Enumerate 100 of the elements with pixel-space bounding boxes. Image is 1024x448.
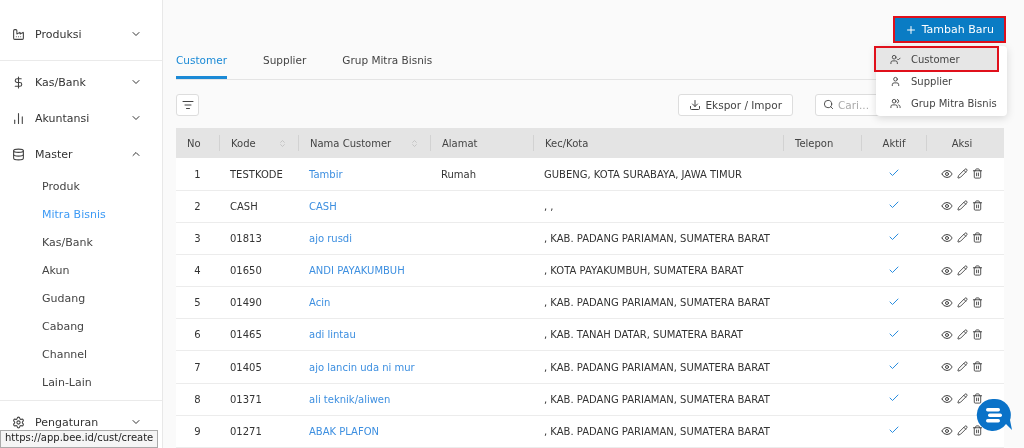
table-cell-text: 3 [193,232,202,244]
users-icon [890,97,901,109]
edit-icon[interactable] [956,361,968,373]
table-cell-text: , KAB. PADANG PARIAMAN, SUMATERA BARAT [543,393,771,405]
filter-icon [181,98,194,111]
delete-icon[interactable] [971,393,983,405]
table-cell-text: 5 [193,297,202,309]
table-cell-text: CASH [229,200,259,212]
view-icon[interactable] [940,328,953,341]
table-cell-text: , KOTA PAYAKUMBUH, SUMATERA BARAT [543,265,745,276]
sidebar-item[interactable]: Akuntansi [0,104,162,132]
sidebar-item[interactable]: Produksi [0,20,162,48]
table-cell-text: 01813 [229,232,263,244]
menu-item[interactable]: Supplier [876,70,997,92]
column-header: Aktif [861,135,926,152]
table-cell-text: 01465 [229,329,263,341]
table-cell-text: , KAB. PADANG PARIAMAN, SUMATERA BARAT [543,425,771,437]
tab[interactable]: Grup Mitra Bisnis [342,49,433,79]
table-cell-text: GUBENG, KOTA SURABAYA, JAWA TIMUR [543,168,743,180]
sidebar-subitem[interactable]: Channel [0,340,162,368]
customer-link[interactable]: Acin [298,297,430,309]
bar-chart-icon [12,111,25,125]
delete-icon[interactable] [971,232,983,244]
tab[interactable]: Supplier [263,49,307,79]
table-cell-text: 2 [193,200,202,212]
customer-link[interactable]: ABAK PLAFON [298,425,430,437]
column-header: Kec/Kota [533,135,783,152]
view-icon[interactable] [940,425,953,438]
view-icon[interactable] [940,393,953,406]
edit-icon[interactable] [956,425,968,437]
filter-button[interactable] [176,93,199,116]
table-cell-text: , KAB. TANAH DATAR, SUMATERA BARAT [543,329,744,341]
customer-link[interactable]: adi lintau [298,329,430,341]
view-icon[interactable] [940,232,953,245]
delete-icon[interactable] [971,328,983,340]
dollar-icon [12,75,25,89]
table-cell-text: 01650 [229,265,263,276]
sidebar-subitem[interactable]: Cabang [0,312,162,340]
table-cell-text: 7 [193,361,202,373]
menu-item[interactable]: Grup Mitra Bisnis [876,92,997,114]
sidebar-item[interactable]: Master [0,140,162,168]
edit-icon[interactable] [956,296,968,308]
edit-icon[interactable] [956,264,968,276]
table-cell-text: 01490 [229,297,263,309]
plus-icon [904,23,917,36]
table-cell-text: 01405 [229,361,263,373]
factory-icon [12,27,25,41]
table-cell-text: , KAB. PADANG PARIAMAN, SUMATERA BARAT [543,297,771,309]
delete-icon[interactable] [971,296,983,308]
sidebar-subitem[interactable]: Kas/Bank [0,228,162,256]
view-icon[interactable] [940,361,953,374]
sidebar-subitem[interactable]: Produk [0,172,162,200]
delete-icon[interactable] [971,264,983,276]
sidebar-subitem[interactable]: Lain-Lain [0,368,162,396]
table-cell-text: 6 [193,329,202,341]
edit-icon[interactable] [956,168,968,179]
customer-link[interactable]: ANDI PAYAKUMBUH [298,265,430,276]
edit-icon[interactable] [956,393,968,405]
delete-icon[interactable] [971,168,983,179]
table-cell-text: TESTKODE [229,168,284,180]
table-cell-text: 01371 [229,393,263,405]
edit-icon[interactable] [956,232,968,244]
link-url-tooltip: https://app.bee.id/cust/create [0,430,159,448]
table-cell-text: , , [543,200,555,212]
table-cell-text: , KAB. PADANG PARIAMAN, SUMATERA BARAT [543,361,771,373]
view-icon[interactable] [940,168,953,180]
customer-link[interactable]: CASH [298,200,430,212]
sidebar-subitem[interactable]: Akun [0,256,162,284]
table-cell-text: 4 [193,265,202,276]
column-header: Telepon [783,135,861,152]
sidebar-subitem[interactable]: Gudang [0,284,162,312]
database-icon [12,147,25,161]
column-header[interactable]: Kode [219,135,298,152]
delete-icon[interactable] [971,200,983,212]
table-cell-text: 8 [193,393,202,405]
sidebar-item[interactable]: Kas/Bank [0,68,162,96]
tab[interactable]: Customer [176,49,227,79]
table-cell-text: 9 [193,425,202,437]
delete-icon[interactable] [971,361,983,373]
view-icon[interactable] [940,296,953,309]
search-icon [823,98,834,110]
export-import-button[interactable]: Ekspor / Impor [678,93,793,116]
view-icon[interactable] [940,264,953,277]
user-check-icon [890,53,901,65]
user-icon [890,75,901,87]
table-cell-text: 01271 [229,425,263,437]
edit-icon[interactable] [956,200,968,212]
customer-link[interactable]: ajo rusdi [298,232,430,244]
customer-link[interactable]: ajo lancin uda ni mur [298,361,430,373]
delete-icon[interactable] [971,425,983,437]
customer-link[interactable]: ali teknik/aliwen [298,393,430,405]
column-header[interactable]: Nama Customer [298,135,430,152]
add-new-button[interactable]: Tambah Baru [894,18,1004,41]
table-cell-text: , KAB. PADANG PARIAMAN, SUMATERA BARAT [543,232,771,244]
menu-item[interactable]: Customer [876,48,997,70]
table-cell-text: 1 [193,168,202,180]
column-header: Alamat [430,135,533,152]
edit-icon[interactable] [956,328,968,340]
view-icon[interactable] [940,200,953,213]
customer-link[interactable]: Tambir [298,168,430,180]
